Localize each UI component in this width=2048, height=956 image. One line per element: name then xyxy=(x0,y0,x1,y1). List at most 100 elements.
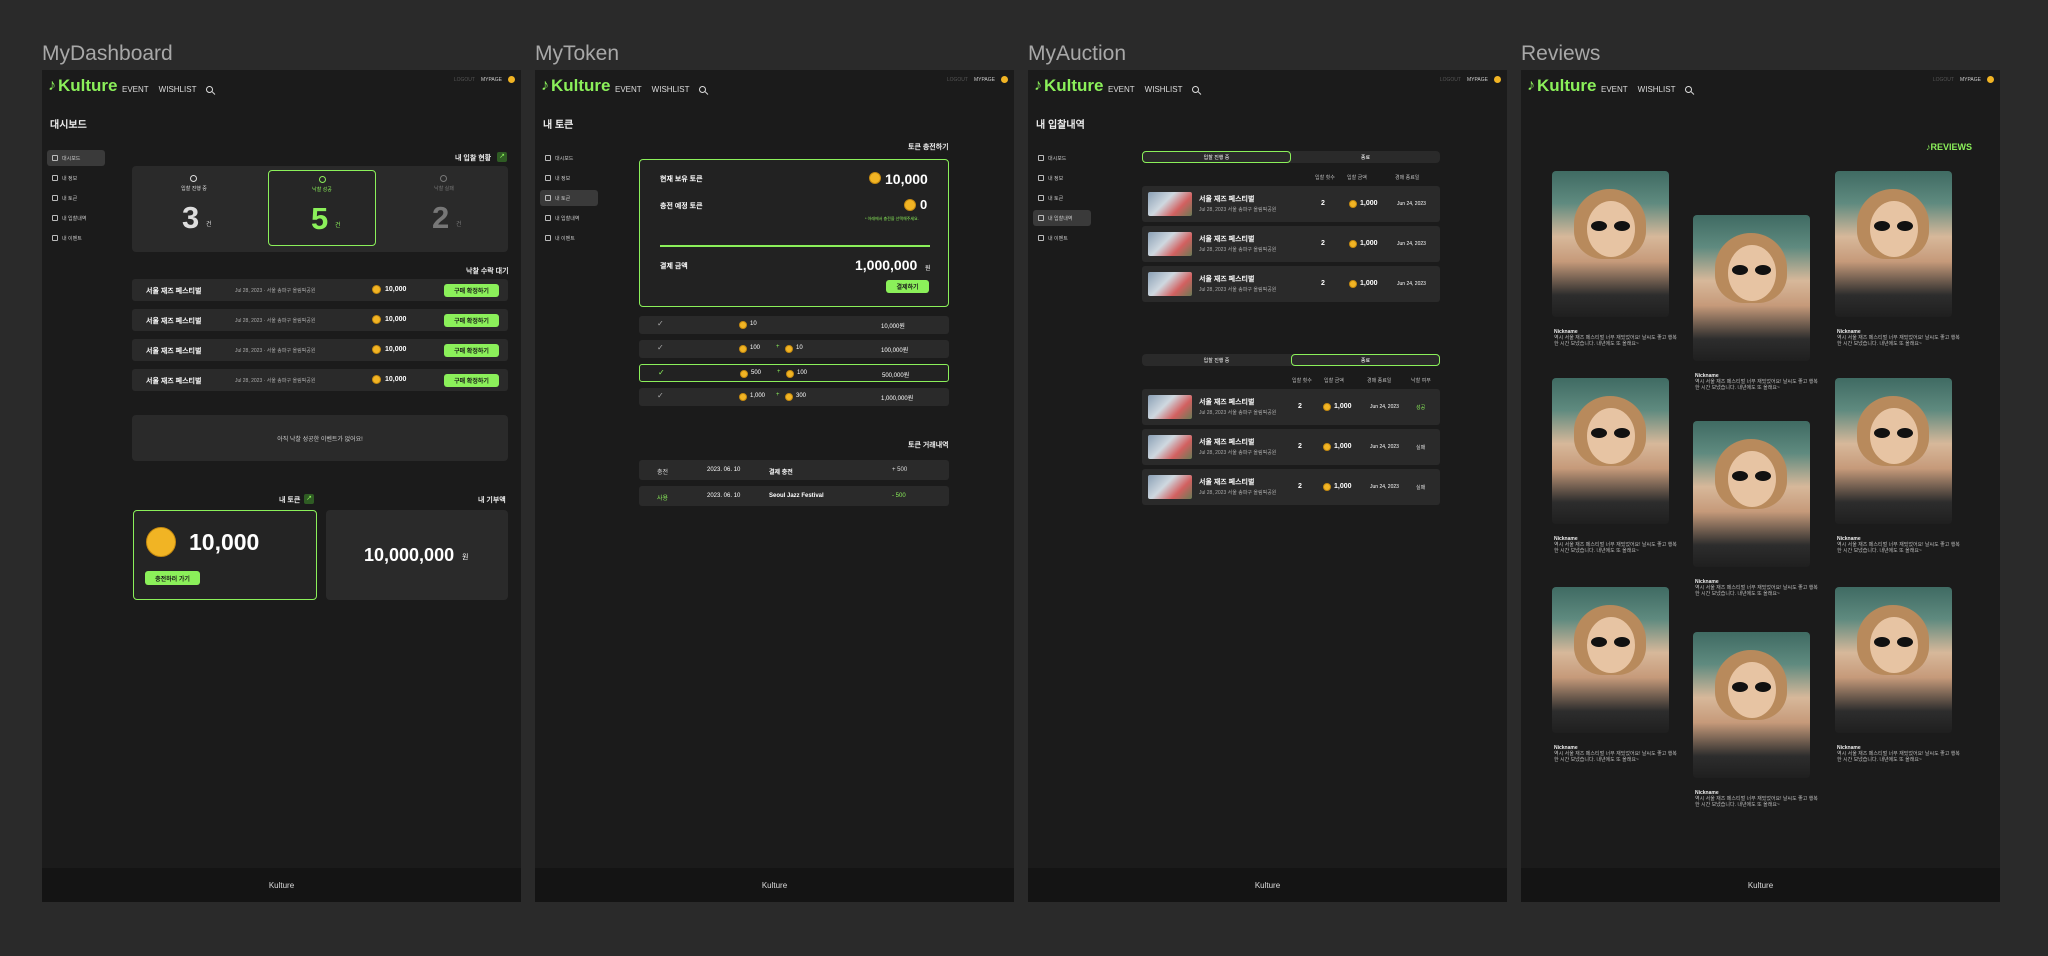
search-icon[interactable] xyxy=(1192,86,1200,93)
tab-0[interactable]: 입찰 진행 중 xyxy=(1142,151,1291,163)
divider xyxy=(660,245,930,247)
auction-row[interactable]: 서울 재즈 페스티벌 Jul 28, 2023 서울 송파구 올림픽공원 2 1,00… xyxy=(1142,266,1440,302)
review-caption: Nickname 역시 서울 재즈 페스티벌 너무 재밌었어요! 날씨도 좋고 행… xyxy=(1837,536,1962,554)
confirm-purchase-button[interactable]: 구매 확정하기 xyxy=(444,284,499,297)
review-photo[interactable] xyxy=(1835,378,1952,524)
token-frame: ♪ Kulture EVENT WISHLIST LOGOUT MYPAGE Kulture… xyxy=(535,70,1014,902)
sidebar-item-3[interactable]: 내 입찰내역 xyxy=(47,210,105,226)
charge-option[interactable]: ✓ 1,000 +300 1,000,000원 xyxy=(639,388,949,406)
history-type: 충전 xyxy=(657,470,669,476)
pay-button[interactable]: 결제하기 xyxy=(886,280,929,293)
tab-0[interactable]: 입찰 진행 중 xyxy=(1142,354,1291,366)
mypage-link[interactable]: MYPAGE xyxy=(481,77,502,83)
mypage-link[interactable]: MYPAGE xyxy=(974,77,995,83)
pay-unit: 원 xyxy=(925,266,931,272)
logout-link[interactable]: LOGOUT xyxy=(1440,77,1461,83)
logo[interactable]: ♪ Kulture xyxy=(541,76,611,96)
charge-option[interactable]: ✓ 10 10,000원 xyxy=(639,316,949,334)
nav-wishlist[interactable]: WISHLIST xyxy=(1145,85,1183,94)
event-info: Jul 28, 2023 · 서울 송파구 올림픽공원 xyxy=(235,378,316,384)
result-badge: 성공 xyxy=(1416,405,1426,411)
sidebar-item-1[interactable]: 내 정보 xyxy=(1033,170,1091,186)
sunglasses xyxy=(1732,682,1748,692)
logo[interactable]: ♪ Kulture xyxy=(1527,76,1597,96)
nav-menu: EVENT WISHLIST xyxy=(122,85,214,94)
frame-title-dashboard: MyDashboard xyxy=(42,42,173,65)
nav-event[interactable]: EVENT xyxy=(615,85,642,94)
review-photo[interactable] xyxy=(1693,421,1810,567)
event-info: Jul 28, 2023 · 서울 송파구 올림픽공원 xyxy=(235,288,316,294)
tab-1[interactable]: 종료 xyxy=(1291,354,1440,366)
review-photo[interactable] xyxy=(1693,215,1810,361)
sidebar-item-4[interactable]: 내 이벤트 xyxy=(47,230,105,246)
sidebar-item-1[interactable]: 내 정보 xyxy=(540,170,598,186)
nav-event[interactable]: EVENT xyxy=(122,85,149,94)
charge-option[interactable]: ✓ 500 +100 500,000원 xyxy=(639,364,949,382)
review-photo[interactable] xyxy=(1552,587,1669,733)
footer: Kulture xyxy=(1521,868,2000,902)
review-text: 역시 서울 재즈 페스티벌 너무 재밌었어요! 날씨도 좋고 행복한 시간 보냈… xyxy=(1837,542,1960,554)
charge-button[interactable]: 충전하러 가기 xyxy=(145,571,200,585)
auction-row[interactable]: 서울 재즈 페스티벌 Jul 28, 2023 서울 송파구 올림픽공원 2 1,00… xyxy=(1142,226,1440,262)
auction-row[interactable]: 서울 재즈 페스티벌 Jul 28, 2023 서울 송파구 올림픽공원 2 1,00… xyxy=(1142,429,1440,465)
charge-title: 토큰 충전하기 xyxy=(908,144,949,151)
stat-1[interactable]: 낙찰 성공 5 건 xyxy=(268,170,376,246)
nav-event[interactable]: EVENT xyxy=(1108,85,1135,94)
logo[interactable]: ♪ Kulture xyxy=(48,76,118,96)
tab-bar: 입찰 진행 중 종료 xyxy=(1142,151,1440,163)
coin-icon xyxy=(372,375,381,384)
charge-option[interactable]: ✓ 100 +10 100,000원 xyxy=(639,340,949,358)
sidebar-item-0[interactable]: 대시보드 xyxy=(47,150,105,166)
stat-2[interactable]: 낙찰 실패 2 건 xyxy=(390,170,498,246)
sunglasses xyxy=(1591,428,1607,438)
search-icon[interactable] xyxy=(206,86,214,93)
logout-link[interactable]: LOGOUT xyxy=(947,77,968,83)
sidebar-item-0[interactable]: 대시보드 xyxy=(1033,150,1091,166)
auction-row[interactable]: 서울 재즈 페스티벌 Jul 28, 2023 서울 송파구 올림픽공원 2 1,00… xyxy=(1142,389,1440,425)
column-header: 입찰 금액 xyxy=(1347,175,1367,181)
mypage-link[interactable]: MYPAGE xyxy=(1467,77,1488,83)
nav-wishlist[interactable]: WISHLIST xyxy=(652,85,690,94)
auction-row[interactable]: 서울 재즈 페스티벌 Jul 28, 2023 서울 송파구 올림픽공원 2 1,00… xyxy=(1142,186,1440,222)
sidebar-item-3[interactable]: 내 입찰내역 xyxy=(540,210,598,226)
mypage-link[interactable]: MYPAGE xyxy=(1960,77,1981,83)
util-menu: LOGOUT MYPAGE xyxy=(454,76,515,83)
check-icon: ✓ xyxy=(658,368,665,377)
logout-link[interactable]: LOGOUT xyxy=(454,77,475,83)
arrow-icon[interactable]: ↗ xyxy=(497,152,507,162)
sidebar-item-4[interactable]: 내 이벤트 xyxy=(540,230,598,246)
sidebar-item-4[interactable]: 내 이벤트 xyxy=(1033,230,1091,246)
nav-wishlist[interactable]: WISHLIST xyxy=(1638,85,1676,94)
review-photo[interactable] xyxy=(1552,378,1669,524)
search-icon[interactable] xyxy=(699,86,707,93)
arrow-icon[interactable]: ↗ xyxy=(304,494,314,504)
confirm-purchase-button[interactable]: 구매 확정하기 xyxy=(444,314,499,327)
search-icon[interactable] xyxy=(1685,86,1693,93)
confirm-purchase-button[interactable]: 구매 확정하기 xyxy=(444,374,499,387)
sidebar-item-1[interactable]: 내 정보 xyxy=(47,170,105,186)
tab-1[interactable]: 종료 xyxy=(1291,151,1440,163)
menu-icon xyxy=(52,155,58,161)
sidebar-item-2[interactable]: 내 토큰 xyxy=(1033,190,1091,206)
reviews-frame: ♪ Kulture EVENT WISHLIST LOGOUT MYPAGE Kulture… xyxy=(1521,70,2000,902)
review-photo[interactable] xyxy=(1835,587,1952,733)
confirm-purchase-button[interactable]: 구매 확정하기 xyxy=(444,344,499,357)
review-photo[interactable] xyxy=(1835,171,1952,317)
logout-link[interactable]: LOGOUT xyxy=(1933,77,1954,83)
footer: Kulture xyxy=(42,868,521,902)
nav-event[interactable]: EVENT xyxy=(1601,85,1628,94)
stat-0[interactable]: 입찰 진행 중 3건 xyxy=(140,170,248,246)
review-photo[interactable] xyxy=(1693,632,1810,778)
sidebar-item-0[interactable]: 대시보드 xyxy=(540,150,598,166)
review-photo[interactable] xyxy=(1552,171,1669,317)
nav-wishlist[interactable]: WISHLIST xyxy=(159,85,197,94)
logo[interactable]: ♪ Kulture xyxy=(1034,76,1104,96)
sidebar-item-2[interactable]: 내 토큰 xyxy=(47,190,105,206)
event-info: Jul 28, 2023 · 서울 송파구 올림픽공원 xyxy=(235,318,316,324)
sidebar-item-3[interactable]: 내 입찰내역 xyxy=(1033,210,1091,226)
amount: 10,000 xyxy=(385,316,407,323)
column-header: 입찰 금액 xyxy=(1324,378,1344,384)
topbar: ♪ Kulture EVENT WISHLIST LOGOUT MYPAGE xyxy=(42,70,521,104)
auction-row[interactable]: 서울 재즈 페스티벌 Jul 28, 2023 서울 송파구 올림픽공원 2 1,00… xyxy=(1142,469,1440,505)
sidebar-item-2[interactable]: 내 토큰 xyxy=(540,190,598,206)
